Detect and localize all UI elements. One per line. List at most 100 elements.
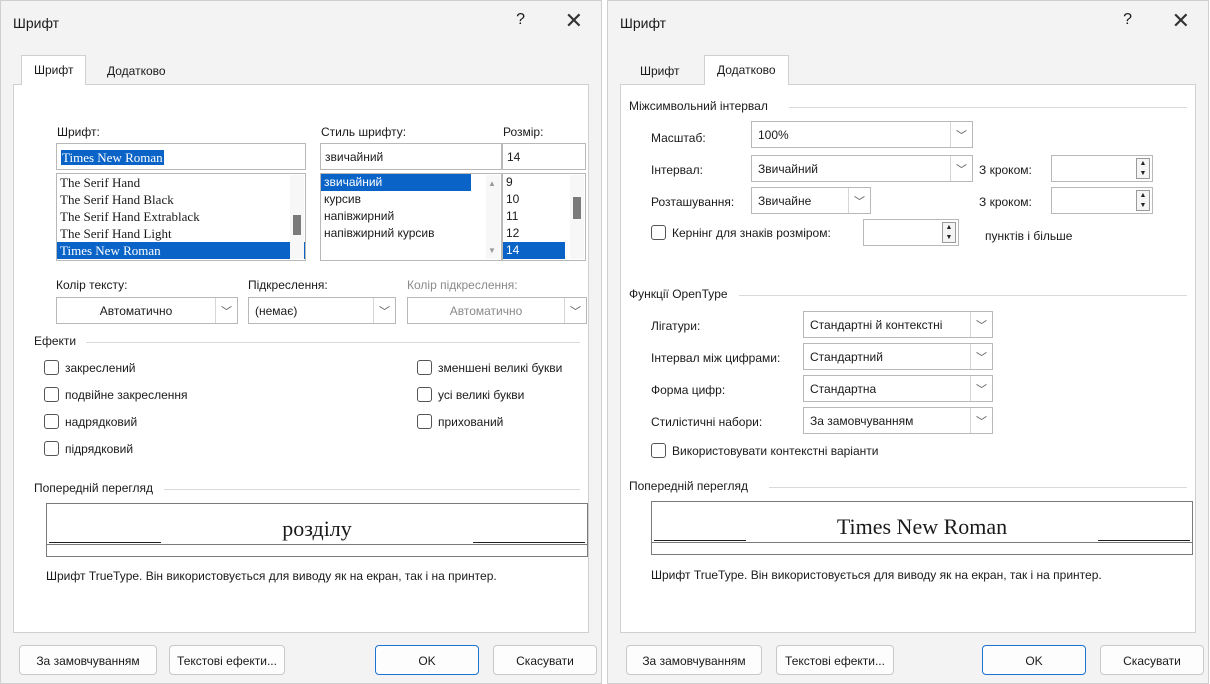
spacing-by-stepper[interactable]: ▲ ▼ bbox=[1051, 155, 1153, 182]
text-color-dropdown[interactable]: Автоматично ﹀ bbox=[56, 297, 238, 324]
preview-text: розділу bbox=[282, 516, 352, 541]
scale-dropdown[interactable]: 100% ﹀ bbox=[751, 121, 973, 148]
list-item-selected[interactable]: звичайний bbox=[321, 174, 471, 191]
font-size-input[interactable]: 14 bbox=[502, 143, 586, 170]
spacing-dropdown[interactable]: Звичайний ﹀ bbox=[751, 155, 973, 182]
spin-down-icon[interactable]: ▼ bbox=[1137, 201, 1149, 211]
preview-box: розділу bbox=[46, 503, 588, 557]
chevron-down-icon[interactable]: ﹀ bbox=[970, 312, 992, 337]
list-item[interactable]: The Serif Hand Light bbox=[57, 225, 305, 242]
scrollbar-thumb[interactable] bbox=[293, 215, 301, 235]
kerning-checkbox[interactable]: Кернінг для знаків розміром: bbox=[651, 225, 831, 243]
list-item[interactable]: The Serif Hand bbox=[57, 174, 305, 191]
spin-up-icon[interactable]: ▲ bbox=[1137, 191, 1149, 201]
underline-color-dropdown: Автоматично ﹀ bbox=[407, 297, 587, 324]
chevron-down-icon[interactable]: ﹀ bbox=[970, 376, 992, 401]
spin-up-icon[interactable]: ▲ bbox=[1137, 159, 1149, 169]
list-item-selected[interactable]: 14 bbox=[503, 242, 565, 259]
spacing-section-title: Міжсимвольний інтервал bbox=[629, 99, 768, 113]
number-spacing-dropdown[interactable]: Стандартний ﹀ bbox=[803, 343, 993, 370]
ligatures-dropdown[interactable]: Стандартні й контекстні ﹀ bbox=[803, 311, 993, 338]
scrollbar-thumb[interactable] bbox=[573, 197, 581, 219]
number-forms-dropdown[interactable]: Стандартна ﹀ bbox=[803, 375, 993, 402]
list-item-selected[interactable]: Times New Roman bbox=[57, 242, 305, 259]
list-item[interactable]: The Serif Hand Black bbox=[57, 191, 305, 208]
close-icon[interactable]: ✕ bbox=[1172, 8, 1190, 34]
hidden-checkbox[interactable]: прихований bbox=[417, 414, 503, 432]
font-list[interactable]: The Serif Hand The Serif Hand Black The … bbox=[56, 173, 306, 261]
cancel-button[interactable]: Скасувати bbox=[1100, 645, 1204, 675]
strikethrough-checkbox[interactable]: закреслений bbox=[44, 360, 135, 378]
chevron-down-icon[interactable]: ﹀ bbox=[950, 122, 972, 147]
help-icon[interactable]: ? bbox=[1123, 11, 1132, 29]
ok-button[interactable]: OK bbox=[982, 645, 1086, 675]
kerning-size-stepper[interactable]: ▲ ▼ bbox=[863, 219, 959, 246]
scroll-up-arrow-icon[interactable]: ▲ bbox=[488, 179, 496, 188]
text-effects-button[interactable]: Текстові ефекти... bbox=[169, 645, 285, 675]
size-label: Розмір: bbox=[503, 125, 544, 139]
font-tab-panel: Шрифт: Times New Roman The Serif Hand Th… bbox=[13, 85, 589, 633]
small-caps-checkbox[interactable]: зменшені великі букви bbox=[417, 360, 562, 378]
tab-strip: Шрифт Додатково bbox=[13, 55, 589, 86]
double-strikethrough-checkbox[interactable]: подвійне закреслення bbox=[44, 387, 188, 405]
divider bbox=[769, 487, 1187, 488]
set-default-button[interactable]: За замовчуванням bbox=[626, 645, 762, 675]
chevron-down-icon[interactable]: ﹀ bbox=[970, 344, 992, 369]
list-item[interactable]: напівжирний bbox=[321, 208, 501, 225]
ligatures-label: Лігатури: bbox=[651, 319, 701, 333]
font-label: Шрифт: bbox=[57, 125, 100, 139]
position-dropdown[interactable]: Звичайне ﹀ bbox=[751, 187, 871, 214]
spacing-by-label: З кроком: bbox=[979, 163, 1032, 177]
preview-line bbox=[473, 542, 585, 543]
list-item[interactable]: напівжирний курсив bbox=[321, 225, 501, 242]
chevron-down-icon[interactable]: ﹀ bbox=[215, 298, 237, 323]
tab-strip: Шрифт Додатково bbox=[620, 55, 1196, 86]
chevron-down-icon[interactable]: ﹀ bbox=[970, 408, 992, 433]
divider bbox=[164, 489, 580, 490]
effects-section-title: Ефекти bbox=[34, 334, 77, 348]
preview-text: Times New Roman bbox=[836, 514, 1008, 539]
spin-down-icon[interactable]: ▼ bbox=[1137, 169, 1149, 179]
font-list-scrollbar[interactable] bbox=[290, 175, 304, 259]
set-default-button[interactable]: За замовчуванням bbox=[19, 645, 157, 675]
underline-color-label: Колір підкреслення: bbox=[407, 278, 518, 292]
chevron-down-icon[interactable]: ﹀ bbox=[848, 188, 870, 213]
underline-dropdown[interactable]: (немає) ﹀ bbox=[248, 297, 396, 324]
tab-font[interactable]: Шрифт bbox=[628, 57, 691, 84]
spin-buttons[interactable]: ▲ ▼ bbox=[1136, 190, 1150, 211]
tab-advanced[interactable]: Додатково bbox=[704, 55, 789, 86]
contextual-alternates-checkbox[interactable]: Використовувати контекстні варіанти bbox=[651, 443, 878, 461]
font-dialog-advanced-tab: Шрифт ? ✕ Шрифт Додатково Міжсимвольний … bbox=[607, 0, 1209, 684]
spin-up-icon[interactable]: ▲ bbox=[943, 223, 955, 233]
spin-down-icon[interactable]: ▼ bbox=[943, 233, 955, 243]
text-effects-button[interactable]: Текстові ефекти... bbox=[776, 645, 894, 675]
position-by-stepper[interactable]: ▲ ▼ bbox=[1051, 187, 1153, 214]
spin-buttons[interactable]: ▲ ▼ bbox=[1136, 158, 1150, 179]
cancel-button[interactable]: Скасувати bbox=[493, 645, 597, 675]
number-spacing-label: Інтервал між цифрами: bbox=[651, 351, 781, 365]
tab-advanced[interactable]: Додатково bbox=[95, 57, 178, 84]
tab-font[interactable]: Шрифт bbox=[21, 55, 87, 86]
superscript-checkbox[interactable]: надрядковий bbox=[44, 414, 137, 432]
spacing-label: Інтервал: bbox=[651, 163, 703, 177]
underline-label: Підкреслення: bbox=[248, 278, 328, 292]
help-icon[interactable]: ? bbox=[516, 11, 525, 29]
opentype-section-title: Функції OpenType bbox=[629, 287, 728, 301]
style-list-scrollbar[interactable]: ▲ ▼ bbox=[486, 175, 500, 259]
stylistic-sets-dropdown[interactable]: За замовчуванням ﹀ bbox=[803, 407, 993, 434]
chevron-down-icon[interactable]: ﹀ bbox=[950, 156, 972, 181]
font-name-input[interactable]: Times New Roman bbox=[56, 143, 306, 170]
chevron-down-icon[interactable]: ﹀ bbox=[373, 298, 395, 323]
scroll-down-arrow-icon[interactable]: ▼ bbox=[488, 246, 496, 255]
subscript-checkbox[interactable]: підрядковий bbox=[44, 441, 133, 459]
ok-button[interactable]: OK bbox=[375, 645, 479, 675]
all-caps-checkbox[interactable]: усі великі букви bbox=[417, 387, 524, 405]
close-icon[interactable]: ✕ bbox=[565, 8, 583, 34]
list-item[interactable]: The Serif Hand Extrablack bbox=[57, 208, 305, 225]
font-size-list[interactable]: 9 10 11 12 14 bbox=[502, 173, 586, 261]
spin-buttons[interactable]: ▲ ▼ bbox=[942, 222, 956, 243]
list-item[interactable]: курсив bbox=[321, 191, 501, 208]
size-list-scrollbar[interactable] bbox=[570, 175, 584, 259]
font-style-input[interactable]: звичайний bbox=[320, 143, 502, 170]
font-style-list[interactable]: звичайний курсив напівжирний напівжирний… bbox=[320, 173, 502, 261]
